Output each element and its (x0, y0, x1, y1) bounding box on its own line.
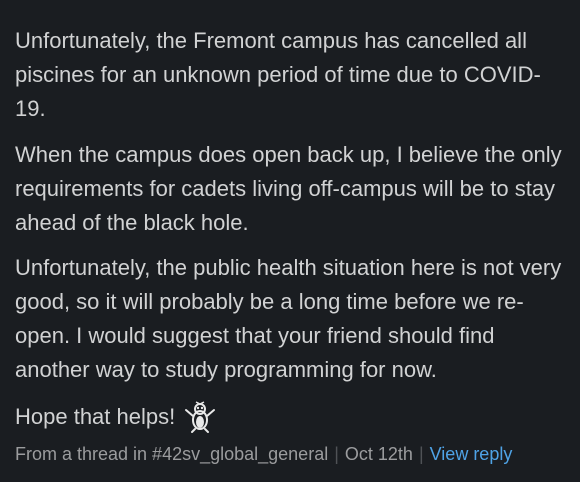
message-body: Unfortunately, the Fremont campus has ca… (0, 0, 580, 482)
message-closing: Hope that helps! (15, 400, 568, 434)
message-paragraph-2: When the campus does open back up, I bel… (15, 142, 562, 235)
separator: | (334, 444, 339, 464)
closing-text: Hope that helps! (15, 404, 176, 429)
thread-source: From a thread in #42sv_global_general (15, 444, 329, 464)
message-paragraph-1: Unfortunately, the Fremont campus has ca… (15, 28, 541, 121)
separator: | (418, 444, 424, 464)
message-paragraph-3: Unfortunately, the public health situati… (15, 255, 562, 382)
view-reply-link[interactable]: View reply (430, 444, 513, 464)
penguin-emoji-icon (183, 400, 217, 434)
thread-date: Oct 12th (344, 444, 413, 464)
thread-info: From a thread in #42sv_global_general | Oc… (15, 441, 570, 467)
